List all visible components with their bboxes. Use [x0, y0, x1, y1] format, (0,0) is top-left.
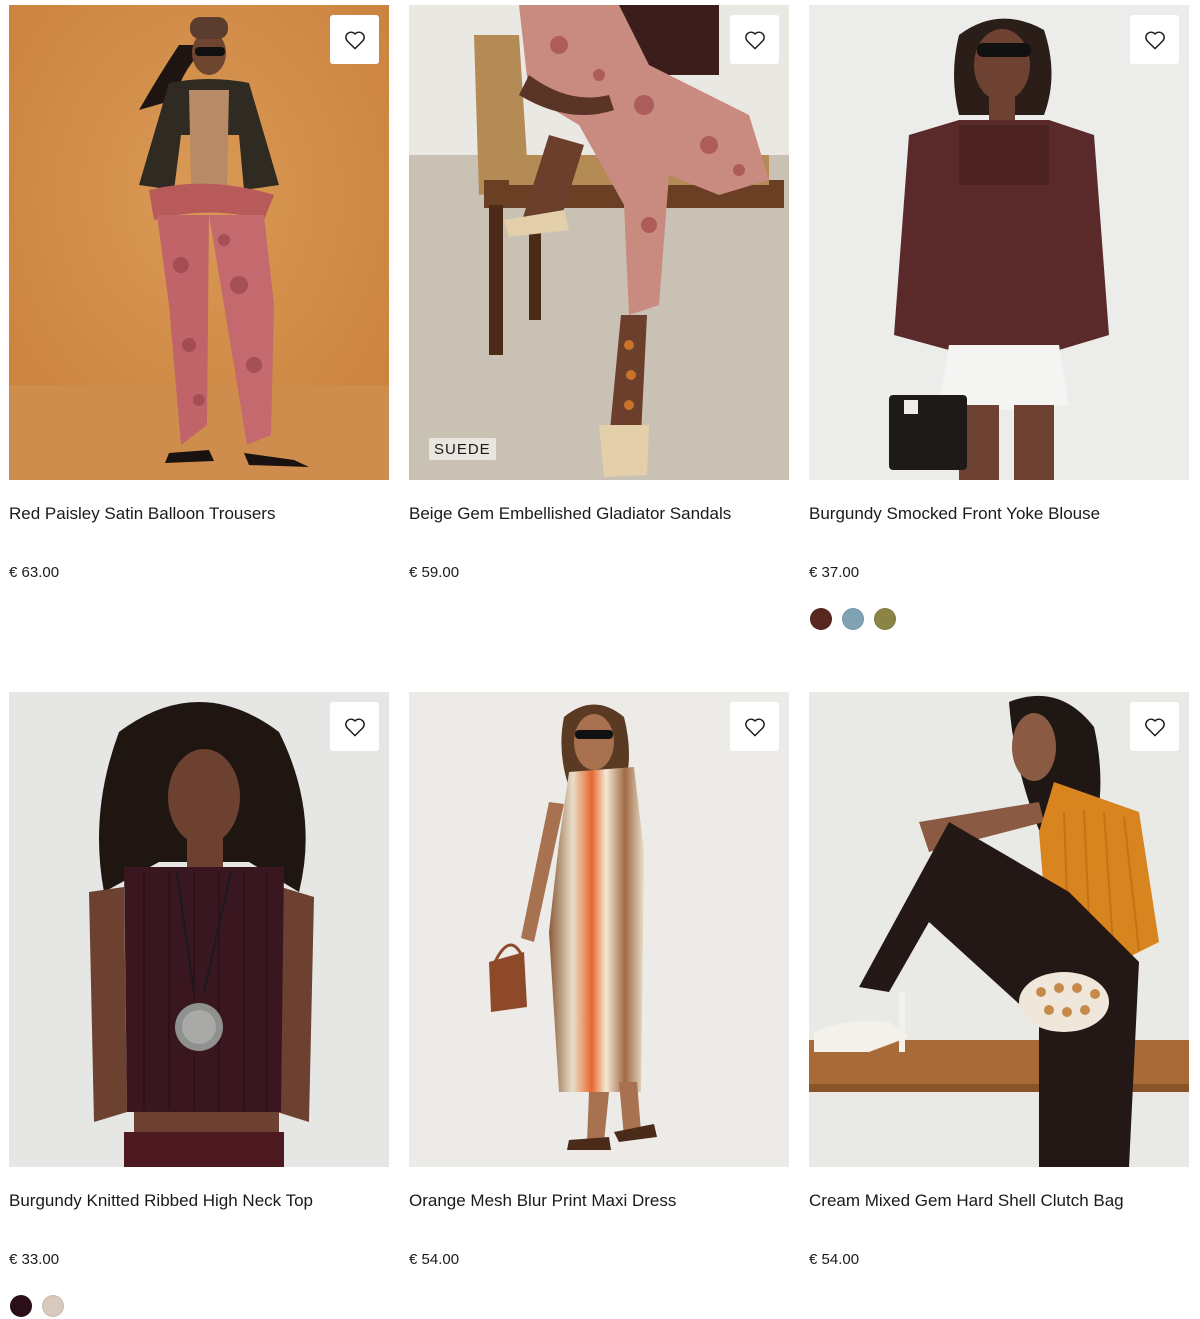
product-title[interactable]: Red Paisley Satin Balloon Trousers	[9, 504, 389, 524]
product-photo	[809, 692, 1189, 1167]
heart-outline-icon	[1144, 718, 1165, 736]
color-swatch[interactable]	[42, 1295, 64, 1317]
color-swatch[interactable]	[842, 608, 864, 630]
product-title[interactable]: Cream Mixed Gem Hard Shell Clutch Bag	[809, 1191, 1189, 1211]
product-card[interactable]: SUEDE Beige Gem Embellished Gladiator Sa…	[409, 5, 789, 692]
product-photo	[809, 5, 1189, 480]
product-image[interactable]	[809, 692, 1189, 1167]
product-card[interactable]: Cream Mixed Gem Hard Shell Clutch Bag € …	[809, 692, 1189, 1319]
product-price: € 54.00	[809, 1251, 860, 1268]
color-swatch[interactable]	[874, 608, 896, 630]
product-image[interactable]	[409, 692, 789, 1167]
wishlist-button[interactable]	[1130, 15, 1179, 64]
wishlist-button[interactable]	[330, 15, 379, 64]
wishlist-button[interactable]	[330, 702, 379, 751]
product-image[interactable]	[809, 5, 1189, 480]
heart-outline-icon	[1144, 31, 1165, 49]
wishlist-button[interactable]	[730, 702, 779, 751]
product-image[interactable]	[9, 5, 389, 480]
product-photo	[409, 5, 789, 480]
product-card[interactable]: Orange Mesh Blur Print Maxi Dress € 54.0…	[409, 692, 789, 1319]
product-grid: Red Paisley Satin Balloon Trousers € 63.…	[9, 5, 1190, 1319]
product-title[interactable]: Burgundy Smocked Front Yoke Blouse	[809, 504, 1189, 524]
color-swatches	[809, 608, 1189, 630]
product-image[interactable]	[9, 692, 389, 1167]
product-title[interactable]: Burgundy Knitted Ribbed High Neck Top	[9, 1191, 389, 1211]
product-price: € 37.00	[809, 564, 860, 581]
product-card[interactable]: Burgundy Knitted Ribbed High Neck Top € …	[9, 692, 389, 1319]
product-card[interactable]: Red Paisley Satin Balloon Trousers € 63.…	[9, 5, 389, 692]
product-photo	[9, 5, 389, 480]
heart-outline-icon	[744, 718, 765, 736]
color-swatches	[9, 1295, 389, 1317]
color-swatch[interactable]	[10, 1295, 32, 1317]
heart-outline-icon	[344, 31, 365, 49]
product-card[interactable]: Burgundy Smocked Front Yoke Blouse € 37.…	[809, 5, 1189, 692]
product-title[interactable]: Beige Gem Embellished Gladiator Sandals	[409, 504, 789, 524]
product-photo	[409, 692, 789, 1167]
product-price: € 54.00	[409, 1251, 460, 1268]
product-price: € 59.00	[409, 564, 460, 581]
material-badge: SUEDE	[429, 438, 496, 460]
product-image[interactable]: SUEDE	[409, 5, 789, 480]
wishlist-button[interactable]	[1130, 702, 1179, 751]
product-photo	[9, 692, 389, 1167]
color-swatch[interactable]	[810, 608, 832, 630]
product-price: € 33.00	[9, 1251, 60, 1268]
heart-outline-icon	[344, 718, 365, 736]
wishlist-button[interactable]	[730, 15, 779, 64]
heart-outline-icon	[744, 31, 765, 49]
product-title[interactable]: Orange Mesh Blur Print Maxi Dress	[409, 1191, 789, 1211]
product-price: € 63.00	[9, 564, 60, 581]
